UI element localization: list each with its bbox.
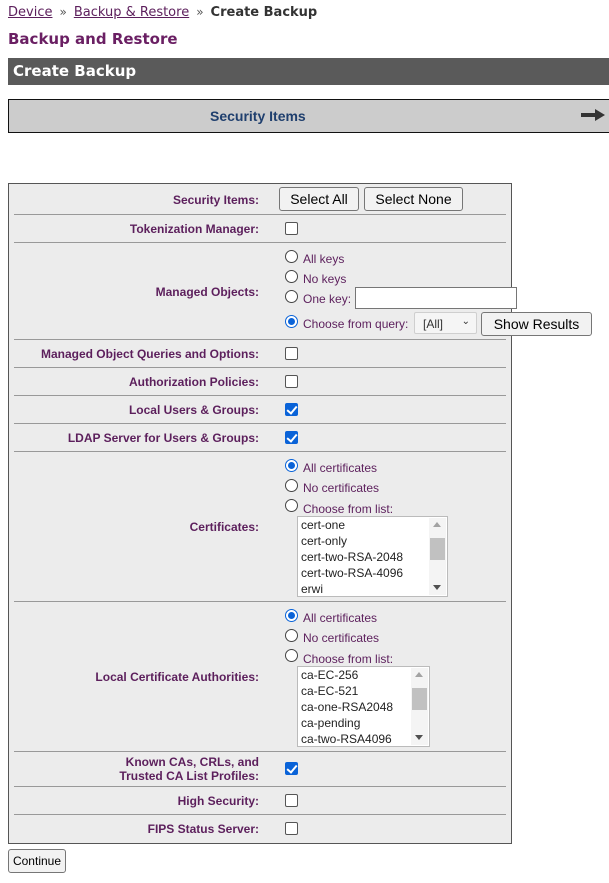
choose-from-list-label: Choose from list: [303, 502, 394, 516]
continue-button[interactable]: Continue [8, 849, 66, 873]
scroll-up-icon[interactable] [433, 522, 441, 527]
arrow-right-icon[interactable] [581, 107, 605, 123]
authorization-policies-label: Authorization Policies: [128, 375, 259, 389]
list-item[interactable]: cert-only [301, 534, 347, 548]
high-security-checkbox[interactable] [285, 794, 298, 807]
all-ca-certificates-label: All certificates [303, 611, 378, 625]
show-results-button[interactable]: Show Results [481, 312, 592, 336]
select-none-button[interactable]: Select None [364, 187, 463, 211]
list-item[interactable]: erwi [301, 582, 323, 596]
row-security-items: Security Items: Select All Select None [14, 184, 506, 215]
scrollbar-thumb[interactable] [430, 538, 445, 560]
wizard-step-label: Security Items [210, 108, 306, 124]
scrollbar[interactable] [411, 668, 428, 745]
one-key-radio[interactable] [285, 290, 298, 303]
fips-status-server-label: FIPS Status Server: [147, 822, 259, 836]
breadcrumb: Device » Backup & Restore » Create Backup [8, 5, 317, 20]
row-certificates: Certificates: All certificates No certif… [14, 451, 506, 602]
breadcrumb-separator: » [196, 5, 204, 19]
managed-object-queries-checkbox[interactable] [285, 347, 298, 360]
local-users-groups-label: Local Users & Groups: [128, 403, 259, 417]
no-keys-radio[interactable] [285, 270, 298, 283]
no-ca-certificates-radio[interactable] [285, 629, 298, 642]
one-key-label: One key: [303, 292, 352, 306]
scroll-down-icon[interactable] [415, 735, 423, 740]
local-users-groups-checkbox[interactable] [285, 403, 298, 416]
managed-objects-label: Managed Objects: [155, 285, 259, 299]
row-ldap-server: LDAP Server for Users & Groups: [14, 423, 506, 452]
row-high-security: High Security: [14, 786, 506, 815]
page-title: Backup and Restore [8, 30, 178, 48]
breadcrumb-current: Create Backup [210, 5, 318, 20]
high-security-label: High Security: [177, 794, 259, 808]
authorization-policies-checkbox[interactable] [285, 375, 298, 388]
fips-status-server-checkbox[interactable] [285, 822, 298, 835]
known-cas-label-line1: Known CAs, CRLs, and [125, 755, 259, 769]
row-local-users-groups: Local Users & Groups: [14, 395, 506, 424]
known-cas-checkbox[interactable] [285, 762, 298, 775]
ldap-server-label: LDAP Server for Users & Groups: [67, 431, 259, 445]
known-cas-label-line2: Trusted CA List Profiles: [119, 769, 259, 783]
wizard-step-bar: Security Items [8, 99, 609, 133]
all-ca-certificates-radio[interactable] [285, 609, 298, 622]
chevron-down-icon: ⌄ [461, 316, 470, 327]
choose-ca-from-list-label: Choose from list: [303, 652, 394, 666]
one-key-input[interactable] [355, 287, 517, 309]
local-cas-listbox[interactable]: ca-EC-256 ca-EC-521 ca-one-RSA2048 ca-pe… [297, 666, 430, 747]
certificates-listbox[interactable]: cert-one cert-only cert-two-RSA-2048 cer… [297, 516, 448, 597]
select-all-button[interactable]: Select All [279, 187, 359, 211]
local-cas-label: Local Certificate Authorities: [95, 670, 259, 684]
breadcrumb-device-link[interactable]: Device [8, 5, 52, 20]
list-item[interactable]: ca-EC-521 [301, 684, 358, 698]
scrollbar-thumb[interactable] [412, 688, 427, 710]
security-items-label: Security Items: [172, 193, 259, 207]
list-item[interactable]: cert-two-RSA-2048 [301, 550, 403, 564]
row-authorization-policies: Authorization Policies: [14, 367, 506, 396]
row-known-cas: Known CAs, CRLs, and Trusted CA List Pro… [14, 751, 506, 787]
no-certificates-label: No certificates [303, 481, 380, 495]
breadcrumb-separator: » [59, 5, 67, 19]
choose-from-list-radio[interactable] [285, 499, 298, 512]
backup-form: Security Items: Select All Select None T… [8, 183, 592, 844]
choose-from-query-label: Choose from query: [303, 317, 409, 331]
all-keys-label: All keys [303, 252, 345, 266]
scroll-up-icon[interactable] [415, 672, 423, 677]
all-keys-radio[interactable] [285, 250, 298, 263]
ldap-server-checkbox[interactable] [285, 431, 298, 444]
list-item[interactable]: ca-two-RSA4096 [301, 732, 392, 746]
row-managed-object-queries: Managed Object Queries and Options: [14, 339, 506, 368]
list-item[interactable]: ca-pending [301, 716, 360, 730]
all-certificates-label: All certificates [303, 461, 378, 475]
managed-object-queries-label: Managed Object Queries and Options: [40, 347, 259, 361]
row-local-cas: Local Certificate Authorities: All certi… [14, 601, 506, 752]
no-ca-certificates-label: No certificates [303, 631, 380, 645]
certificates-label: Certificates: [189, 520, 259, 534]
row-fips-status-server: FIPS Status Server: [14, 814, 506, 842]
tokenization-manager-label: Tokenization Manager: [129, 222, 259, 236]
choose-from-query-radio[interactable] [285, 315, 298, 328]
choose-ca-from-list-radio[interactable] [285, 649, 298, 662]
scrollbar[interactable] [429, 518, 446, 595]
row-managed-objects: Managed Objects: All keys No keys One ke… [14, 242, 592, 340]
list-item[interactable]: ca-EC-256 [301, 668, 358, 682]
list-item[interactable]: ca-one-RSA2048 [301, 700, 393, 714]
section-header: Create Backup [8, 58, 609, 85]
all-certificates-radio[interactable] [285, 459, 298, 472]
breadcrumb-backup-restore-link[interactable]: Backup & Restore [74, 5, 189, 20]
no-keys-label: No keys [303, 272, 347, 286]
tokenization-manager-checkbox[interactable] [285, 222, 298, 235]
no-certificates-radio[interactable] [285, 479, 298, 492]
scroll-down-icon[interactable] [433, 585, 441, 590]
query-select-value: [All] [423, 317, 444, 331]
list-item[interactable]: cert-two-RSA-4096 [301, 566, 403, 580]
row-tokenization-manager: Tokenization Manager: [14, 214, 506, 243]
query-select[interactable]: [All] ⌄ [414, 312, 477, 334]
list-item[interactable]: cert-one [301, 518, 345, 532]
